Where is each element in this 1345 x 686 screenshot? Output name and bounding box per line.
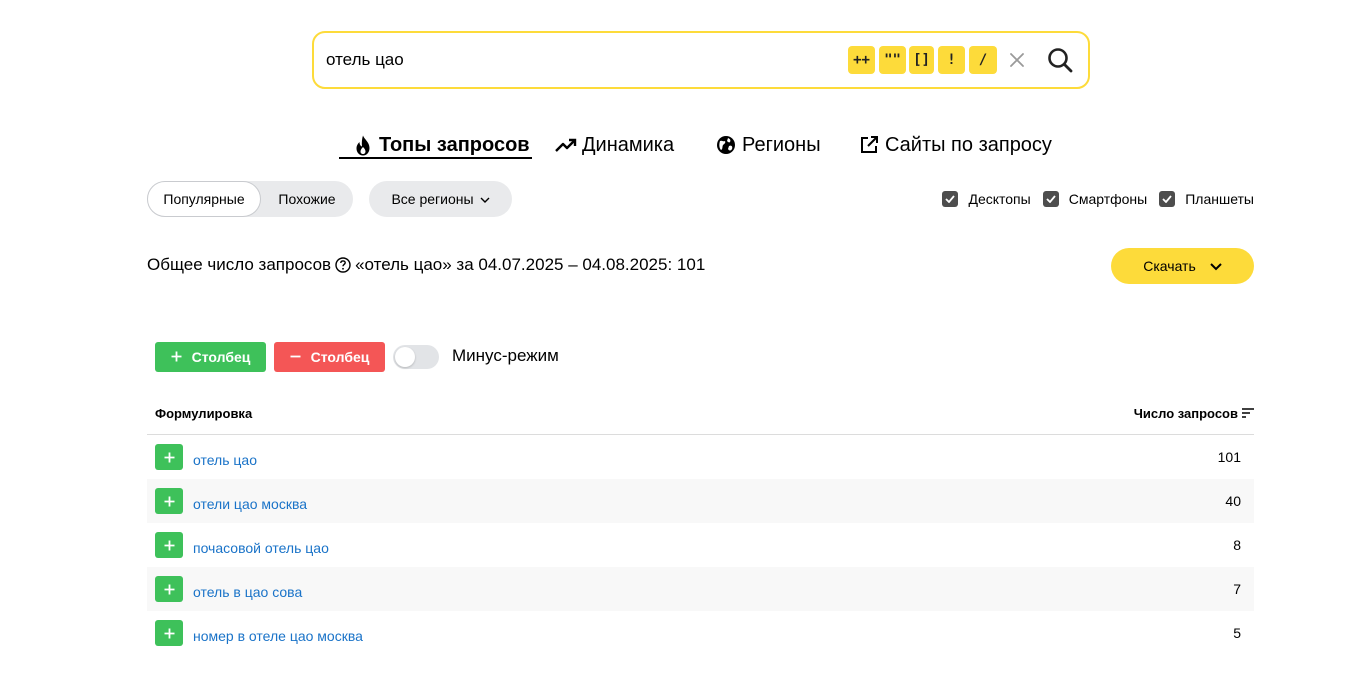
sort-icon [1242,406,1254,421]
query-count: 5 [1233,625,1241,641]
tab-label: Топы запросов [379,133,530,156]
table-row: почасовой отель цао 8 [147,523,1254,567]
add-column-button[interactable]: Столбец [155,342,266,372]
tab-sites[interactable]: Сайты по запросу [858,130,1052,160]
flame-icon [352,134,374,156]
external-link-icon [858,134,880,156]
column-header-count[interactable]: Число запросов [1134,406,1254,421]
checkbox-label: Смартфоны [1068,191,1148,207]
clear-icon[interactable] [1004,47,1030,73]
plus-icon [171,349,182,365]
add-column-label: Столбец [191,349,251,365]
regions-label: Все регионы [391,191,474,207]
column-header-phrase: Формулировка [155,406,253,421]
download-button[interactable]: Скачать [1111,248,1254,284]
checkbox-checked-icon [942,191,959,207]
table-row: номер в отеле цао москва 5 [147,611,1254,655]
download-label: Скачать [1143,258,1196,274]
plus-icon [164,452,174,462]
device-filters: Десктопы Смартфоны Планшеты [930,189,1254,209]
table-body: отель цао 101 отели цао москва 40 почасо… [147,435,1254,655]
plus-icon [164,496,174,506]
checkbox-checked-icon [1159,191,1176,207]
phrase-link[interactable]: отели цао москва [193,496,307,512]
minus-mode-label: Минус-режим [452,346,559,365]
operator-plus-button[interactable]: ++ [848,46,875,74]
phrase-link[interactable]: почасовой отель цао [193,540,329,556]
add-phrase-button[interactable] [155,532,183,558]
checkbox-desktops[interactable]: Десктопы [942,191,1031,207]
report-tabs: Топы запросов Динамика Регионы Сайты по … [0,130,1345,162]
chevron-down-icon [480,191,490,207]
table-header: Формулировка Число запросов [147,398,1254,435]
query-count: 7 [1233,581,1241,597]
search-bar: ++ "" [] ! / [312,31,1090,89]
checkbox-label: Десктопы [968,191,1031,207]
operator-slash-button[interactable]: / [969,46,997,74]
plus-icon [164,628,174,638]
checkbox-label: Планшеты [1185,191,1254,207]
tab-label: Сайты по запросу [885,133,1052,156]
remove-column-button[interactable]: Столбец [274,342,385,372]
query-count: 40 [1225,493,1241,509]
segment-similar[interactable]: Похожие [261,181,353,217]
tab-label: Динамика [582,133,675,156]
checkbox-tablets[interactable]: Планшеты [1159,191,1254,207]
checkbox-smartphones[interactable]: Смартфоны [1042,191,1148,207]
regions-dropdown[interactable]: Все регионы [369,181,512,217]
add-phrase-button[interactable] [155,444,183,470]
tab-label: Регионы [742,133,821,156]
table-row: отель цао 101 [147,435,1254,479]
total-suffix: «отель цао» за 04.07.2025 – 04.08.2025: … [355,255,706,274]
remove-column-label: Столбец [310,349,370,365]
operator-quotes-button[interactable]: "" [879,46,906,74]
query-type-switch: Похожие Популярные [147,181,353,217]
search-icon[interactable] [1045,45,1075,75]
segment-popular[interactable]: Популярные [147,181,261,217]
query-count: 8 [1233,537,1241,553]
phrase-link[interactable]: отель цао [193,452,257,468]
minus-icon [290,349,301,365]
chevron-down-icon [1210,258,1222,274]
phrase-link[interactable]: номер в отеле цао москва [193,628,363,644]
operator-exclamation-button[interactable]: ! [938,46,965,74]
table-row: отель в цао сова 7 [147,567,1254,611]
minus-mode-toggle[interactable] [393,345,439,369]
help-icon[interactable] [335,257,351,273]
total-queries-summary: Общее число запросов «отель цао» за 04.0… [147,254,705,276]
table-row: отели цао москва 40 [147,479,1254,523]
total-prefix: Общее число запросов [147,255,332,274]
add-phrase-button[interactable] [155,576,183,602]
add-phrase-button[interactable] [155,620,183,646]
toggle-knob [395,347,415,367]
plus-icon [164,540,174,550]
search-input[interactable] [326,47,826,73]
phrase-link[interactable]: отель в цао сова [193,584,302,600]
active-tab-indicator [339,157,532,159]
operator-brackets-button[interactable]: [] [909,46,934,74]
trend-up-icon [555,134,577,156]
tab-dynamics[interactable]: Динамика [555,130,674,160]
tab-regions[interactable]: Регионы [715,130,821,160]
query-count: 101 [1217,449,1241,465]
globe-icon [715,134,737,156]
plus-icon [164,584,174,594]
add-phrase-button[interactable] [155,488,183,514]
column-header-count-label: Число запросов [1133,406,1238,421]
checkbox-checked-icon [1042,191,1059,207]
tab-top-queries[interactable]: Топы запросов [352,130,530,160]
